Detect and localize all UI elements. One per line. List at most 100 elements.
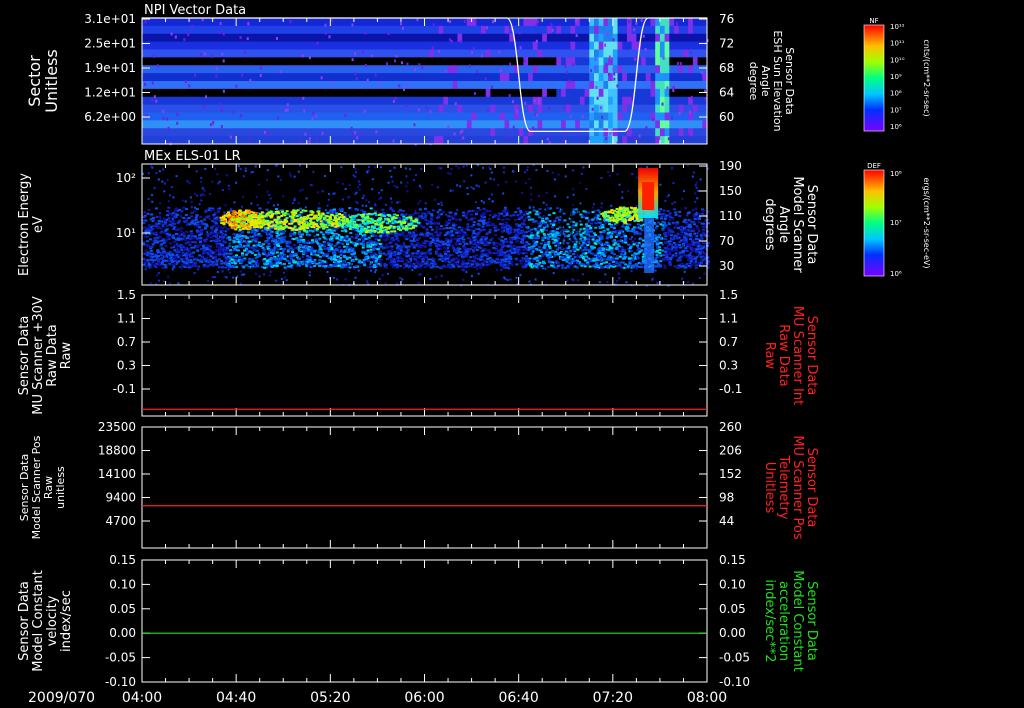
npi-cell: [631, 33, 637, 43]
npi-cell: [697, 41, 703, 50]
els-pixel: [567, 247, 571, 250]
npi-cell: [692, 104, 699, 113]
els-pixel: [457, 254, 461, 257]
npi-cell: [532, 65, 538, 74]
npi-cell: [603, 65, 609, 74]
npi-cell: [674, 65, 680, 74]
els-pixel: [447, 243, 451, 246]
els-pixel: [142, 257, 146, 260]
npi-cell: [594, 104, 600, 113]
els-pixel: [621, 225, 625, 228]
els-pixel: [183, 220, 187, 223]
els-pixel: [638, 233, 642, 236]
npi-cell: [688, 112, 694, 121]
npi-speckle: [662, 56, 665, 60]
npi-speckle: [518, 31, 521, 35]
els-pixel: [430, 233, 434, 236]
els-pixel: [573, 243, 577, 246]
npi-speckle: [463, 19, 466, 23]
els-pixel: [473, 217, 477, 220]
npi-cell: [697, 128, 703, 137]
npi-cell: [688, 57, 694, 66]
els-pixel: [426, 258, 430, 261]
els-pixel: [240, 237, 244, 240]
npi-cell: [688, 65, 694, 74]
npi-speckle: [362, 50, 365, 54]
npi-cell: [452, 88, 458, 98]
npi-speckle: [212, 120, 215, 124]
npi-speckle: [184, 79, 187, 83]
els-pixel: [153, 241, 157, 244]
npi-cell: [471, 104, 477, 113]
npi-cell: [674, 128, 680, 137]
els-pixel: [225, 256, 229, 259]
els-pixel: [226, 259, 230, 262]
els-pixel: [527, 215, 531, 218]
els-pixel: [353, 252, 357, 255]
npi-speckle: [350, 126, 353, 130]
els-pixel: [206, 244, 210, 247]
els-pixel: [167, 206, 171, 209]
npi-cell: [546, 120, 553, 129]
els-pixel: [491, 252, 495, 255]
npi-cell: [443, 41, 449, 50]
npi-cell: [692, 57, 699, 66]
els-pixel: [597, 248, 601, 251]
npi-cell: [570, 88, 576, 98]
npi-cell: [471, 128, 477, 137]
els-pixel: [558, 234, 562, 237]
els-pixel: [700, 245, 704, 248]
npi-cell: [589, 25, 595, 35]
els-pixel: [527, 243, 531, 246]
els-pixel: [305, 265, 309, 268]
npi-speckle: [661, 102, 664, 106]
npi-speckle: [167, 126, 170, 130]
npi-speckle: [324, 31, 327, 35]
npi-cell: [546, 65, 553, 74]
els-pixel: [525, 226, 529, 229]
npi-cell: [443, 81, 449, 90]
npi-cell: [669, 49, 675, 58]
els-pixel: [640, 229, 644, 232]
npi-speckle: [687, 134, 690, 138]
npi-cell: [499, 128, 506, 137]
els-pixel: [160, 262, 164, 265]
els-pixel: [680, 262, 684, 265]
npi-cell: [532, 41, 538, 50]
npi-cell: [504, 73, 510, 82]
npi-speckle: [638, 134, 641, 138]
npi-speckle: [461, 129, 464, 133]
els-pixel: [345, 258, 349, 261]
npi-cell: [612, 57, 619, 66]
npi-cell: [462, 112, 468, 121]
npi-speckle: [628, 20, 631, 24]
npi-cell: [490, 49, 496, 58]
els-pixel: [574, 224, 578, 227]
els-pixel: [454, 242, 458, 245]
els-pixel: [537, 222, 541, 225]
npi-cell: [556, 88, 562, 98]
els-pixel: [384, 239, 388, 242]
npi-speckle: [480, 54, 483, 58]
els-pixel: [454, 218, 458, 221]
npi-cell: [650, 25, 656, 35]
npi-speckle: [151, 81, 154, 85]
els-pixel: [540, 228, 544, 231]
els-pixel: [661, 212, 665, 215]
npi-speckle: [289, 20, 292, 24]
els-pixel: [448, 254, 452, 257]
els-pixel: [623, 249, 627, 252]
els-pixel: [366, 249, 370, 252]
els-pixel: [525, 248, 529, 251]
els-pixel: [511, 249, 515, 252]
npi-cell: [617, 104, 623, 113]
els-pixel: [244, 253, 248, 256]
npi-speckle: [689, 51, 692, 55]
els-pixel: [524, 210, 528, 213]
els-pixel: [215, 244, 219, 247]
els-pixel: [588, 235, 592, 238]
els-pixel: [543, 241, 547, 244]
npi-cell: [641, 104, 647, 113]
npi-speckle: [562, 138, 565, 142]
npi-speckle: [260, 66, 263, 70]
